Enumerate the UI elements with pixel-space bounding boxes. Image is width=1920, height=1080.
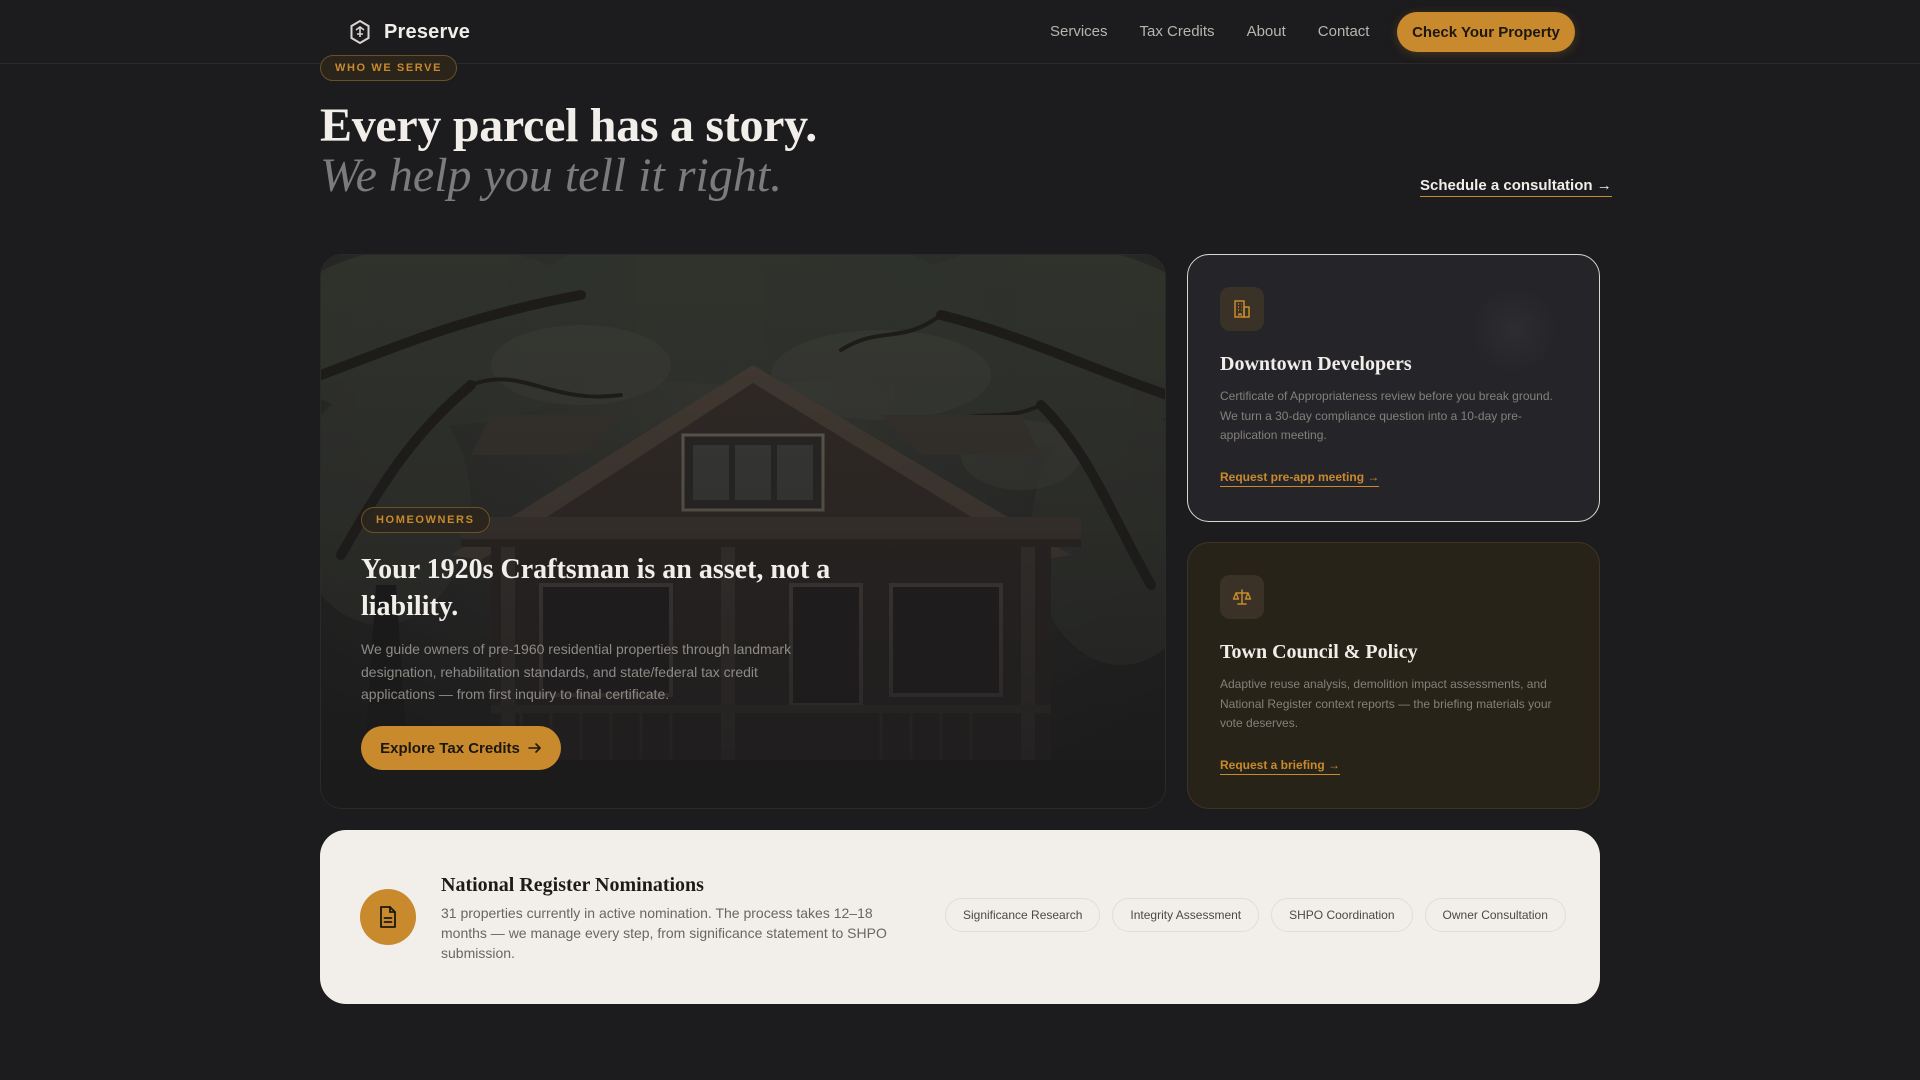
section-eyebrow: WHO WE SERVE bbox=[320, 55, 458, 81]
card-icon-wrap bbox=[1220, 575, 1264, 619]
homeowners-badge: HOMEOWNERS bbox=[361, 507, 490, 533]
nav-link-about[interactable]: About bbox=[1247, 23, 1286, 40]
check-property-button[interactable]: Check Your Property bbox=[1397, 12, 1575, 52]
national-register-strip: National Register Nominations 31 propert… bbox=[320, 830, 1600, 1004]
nav-link-tax-credits[interactable]: Tax Credits bbox=[1140, 23, 1215, 40]
tag-shpo-coordination[interactable]: SHPO Coordination bbox=[1271, 898, 1413, 932]
card-icon-wrap bbox=[1220, 287, 1264, 331]
tag-owner-consultation[interactable]: Owner Consultation bbox=[1424, 898, 1566, 932]
brand-name: Preserve bbox=[384, 20, 471, 43]
page-headline: Every parcel has a story. bbox=[320, 99, 817, 152]
arrow-right-icon bbox=[528, 743, 541, 753]
council-card-description: Adaptive reuse analysis, demolition impa… bbox=[1220, 677, 1552, 730]
building-icon bbox=[1234, 300, 1250, 318]
hero-description: We guide owners of pre-1960 residential … bbox=[361, 641, 792, 702]
council-policy-card: Town Council & Policy Adaptive reuse ana… bbox=[1187, 542, 1600, 809]
document-icon bbox=[380, 906, 396, 928]
explore-tax-credits-button[interactable]: Explore Tax Credits bbox=[361, 726, 561, 770]
nav-links: Services Tax Credits About Contact bbox=[1050, 23, 1369, 40]
hexagon-shield-icon bbox=[350, 20, 370, 44]
hero-title: Your 1920s Craftsman is an asset, not a … bbox=[361, 554, 831, 622]
tag-significance-research[interactable]: Significance Research bbox=[945, 898, 1101, 932]
schedule-consultation-link[interactable]: Schedule a consultation → bbox=[1420, 177, 1612, 197]
request-preapp-meeting-link[interactable]: Request pre-app meeting → bbox=[1220, 470, 1380, 487]
strip-title: National Register Nominations bbox=[441, 874, 704, 896]
developers-card: Downtown Developers Certificate of Appro… bbox=[1187, 254, 1600, 522]
scales-icon bbox=[1232, 589, 1252, 605]
tag-integrity-assessment[interactable]: Integrity Assessment bbox=[1112, 898, 1260, 932]
brand[interactable]: Preserve bbox=[350, 20, 470, 44]
nav-link-contact[interactable]: Contact bbox=[1318, 23, 1370, 40]
nav-link-services[interactable]: Services bbox=[1050, 23, 1108, 40]
page-subheadline: We help you tell it right. bbox=[320, 149, 783, 202]
request-briefing-link[interactable]: Request a briefing → bbox=[1220, 758, 1341, 775]
developers-card-title: Downtown Developers bbox=[1220, 353, 1412, 375]
developers-card-description: Certificate of Appropriateness review be… bbox=[1220, 389, 1553, 442]
council-card-title: Town Council & Policy bbox=[1220, 641, 1418, 663]
homeowners-hero-card: HOMEOWNERS Your 1920s Craftsman is an as… bbox=[320, 254, 1166, 809]
strip-description: 31 properties currently in active nomina… bbox=[441, 905, 887, 961]
explore-tax-credits-label: Explore Tax Credits bbox=[380, 739, 520, 757]
strip-icon-wrap bbox=[360, 889, 416, 945]
service-tags: Significance Research Integrity Assessme… bbox=[945, 898, 1566, 932]
top-nav: Preserve Services Tax Credits About Cont… bbox=[0, 0, 1920, 64]
